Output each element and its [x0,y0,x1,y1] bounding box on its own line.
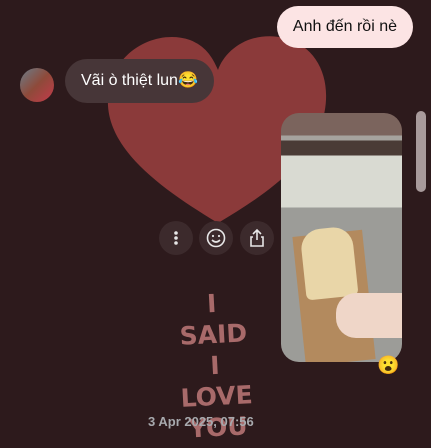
scrollbar-thumb[interactable] [416,111,426,192]
avatar[interactable] [20,68,54,102]
reaction-emoji[interactable]: 😮 [377,355,399,376]
outgoing-message-bubble[interactable]: Anh đến rồi nè [276,6,413,48]
message-text: Vãi ò thiệt lun😂 [81,72,198,89]
photo-content [299,225,359,301]
message-timestamp: 3 Apr 2025, 07:56 [148,414,254,429]
share-button[interactable] [240,221,274,255]
share-icon [250,228,264,247]
more-options-button[interactable] [159,221,193,255]
smiley-icon [206,228,226,248]
message-text: Anh đến rồi nè [292,18,397,35]
photo-content [336,293,402,338]
more-vertical-icon [174,231,178,245]
incoming-message-bubble[interactable]: Vãi ò thiệt lun😂 [65,59,214,103]
photo-message[interactable] [281,113,402,362]
react-button[interactable] [199,221,233,255]
